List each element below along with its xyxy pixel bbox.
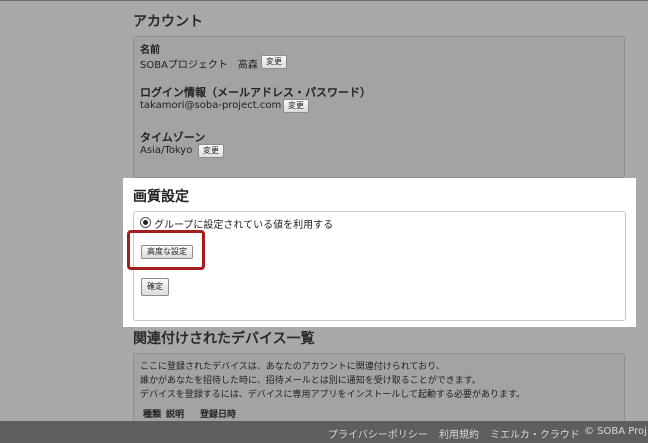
devices-title: 関連付けされたデバイス一覧 xyxy=(133,331,315,347)
col-date: 登録日時 xyxy=(200,410,237,420)
devices-description-3: デバイスを登録するには、デバイスに専用アプリをインストールして起動する必要があり… xyxy=(140,390,526,400)
login-label: ログイン情報（メールアドレス・パスワード） xyxy=(140,86,371,99)
change-timezone-button[interactable]: 変更 xyxy=(198,144,224,158)
col-description: 説明 xyxy=(166,410,185,420)
terms-link[interactable]: 利用規約 xyxy=(439,426,479,441)
copyright-text: © SOBA Proj xyxy=(584,426,647,437)
group-value-radio-label: グループに設定されている値を利用する xyxy=(154,220,334,231)
quality-title: 画質設定 xyxy=(133,189,189,205)
highlight-frame xyxy=(127,230,205,270)
change-name-button[interactable]: 変更 xyxy=(261,55,287,69)
devices-description-1: ここに登録されたデバイスは、あなたのアカウントに関連付けられており、 xyxy=(140,362,445,372)
col-type: 種類 xyxy=(143,410,162,420)
quality-box: グループに設定されている値を利用する 高度な設定 確定 xyxy=(133,211,626,321)
name-label: 名前 xyxy=(140,45,160,56)
confirm-button[interactable]: 確定 xyxy=(141,278,169,296)
footer: プライバシーポリシー 利用規約 ミエルカ・クラウド © SOBA Proj xyxy=(0,421,648,443)
account-box: 名前 SOBAプロジェクト 高森 変更 ログイン情報（メールアドレス・パスワード… xyxy=(133,36,625,178)
account-title: アカウント xyxy=(133,14,203,30)
brand-link[interactable]: ミエルカ・クラウド xyxy=(490,426,580,441)
name-value: SOBAプロジェクト 高森 xyxy=(140,60,258,71)
timezone-label: タイムゾーン xyxy=(140,131,206,144)
group-value-radio[interactable] xyxy=(140,217,151,228)
devices-description-2: 誰かがあなたを招待した時に、招待メールとは別に通知を受け取ることができます。 xyxy=(140,376,481,386)
timezone-value: Asia/Tokyo xyxy=(140,145,193,156)
privacy-link[interactable]: プライバシーポリシー xyxy=(328,426,428,441)
radio-dot-icon xyxy=(143,220,148,225)
login-value: takamori@soba-project.com xyxy=(140,100,282,111)
change-login-button[interactable]: 変更 xyxy=(283,99,309,113)
